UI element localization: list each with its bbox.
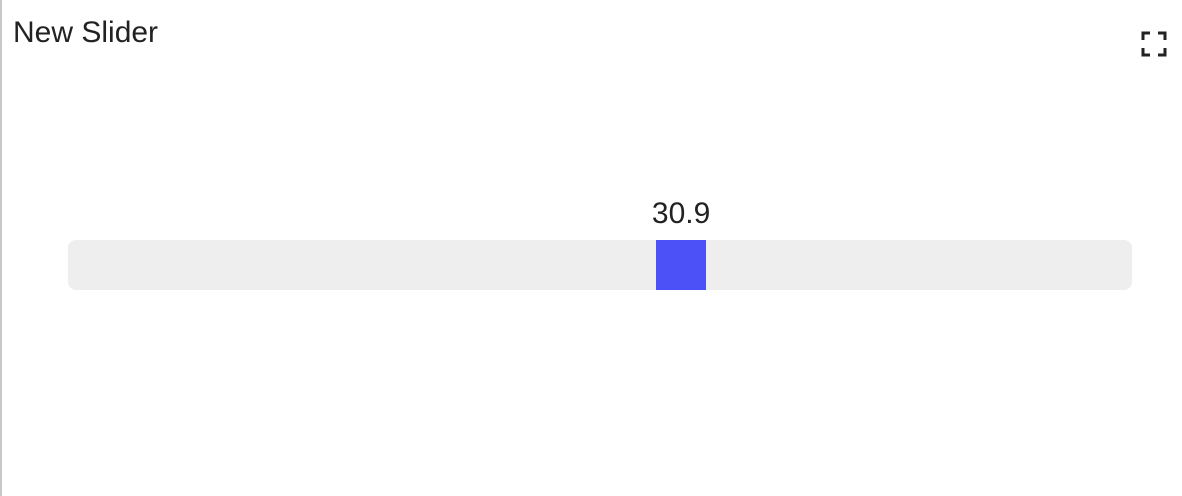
fullscreen-icon	[1141, 31, 1167, 57]
fullscreen-button[interactable]	[1135, 25, 1173, 63]
slider-track[interactable]	[68, 240, 1132, 290]
slider-widget: New Slider 30.9	[0, 0, 1182, 496]
slider-thumb[interactable]	[656, 240, 707, 290]
widget-title: New Slider	[13, 16, 159, 49]
slider-value-label: 30.9	[651, 197, 711, 230]
